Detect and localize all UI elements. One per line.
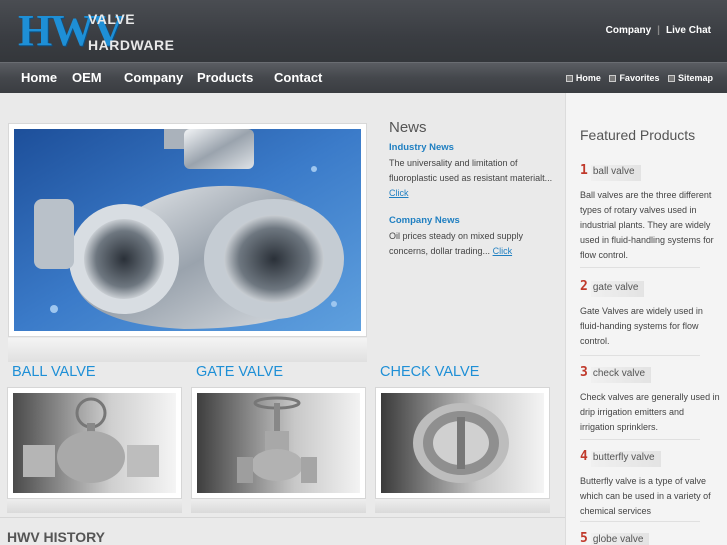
product-number: 3 [580, 365, 588, 380]
product-description: Gate Valves are widely used in fluid-han… [580, 306, 703, 346]
company-news-text: Oil prices steady on mixed supply concer… [389, 229, 559, 259]
ball-valve-thumbnail [13, 393, 176, 493]
logo-text-hardware: HARDWARE [88, 37, 175, 53]
main-nav: Home OEM Company Products Contact Home F… [0, 62, 727, 93]
product-description: Check valves are generally used in drip … [580, 392, 720, 432]
utility-favorites-label: Favorites [619, 73, 660, 83]
top-link-live-chat[interactable]: Live Chat [666, 25, 711, 36]
industry-news-title[interactable]: Industry News [389, 142, 559, 153]
utility-home-label: Home [575, 73, 601, 83]
product-description: Butterfly valve is a type of valve which… [580, 476, 711, 516]
featured-product[interactable]: 5 globe valve [580, 529, 720, 545]
news-panel: News Industry News The universality and … [389, 119, 559, 259]
nav-contact[interactable]: Contact [274, 70, 322, 85]
category-reflection [375, 499, 550, 513]
product-number: 2 [580, 279, 588, 294]
company-news-title[interactable]: Company News [389, 215, 559, 226]
news-title: News [389, 119, 427, 136]
industry-news-text: The universality and limitation of fluor… [389, 156, 559, 201]
category-reflection [7, 499, 182, 513]
main-content: News Industry News The universality and … [0, 93, 565, 545]
product-name[interactable]: ball valve [590, 165, 641, 181]
divider [580, 355, 700, 356]
industry-news-link[interactable]: Click [389, 188, 409, 198]
header-bar: HWV VALVE HARDWARE Company | Live Chat [0, 0, 727, 62]
product-name[interactable]: globe valve [590, 533, 650, 545]
product-number: 5 [580, 531, 588, 545]
divider [0, 517, 565, 518]
hero-reflection [8, 338, 367, 362]
industry-news-summary: The universality and limitation of fluor… [389, 158, 553, 183]
home-icon [565, 75, 573, 82]
utility-home[interactable]: Home [565, 73, 601, 83]
nav-products[interactable]: Products [197, 70, 253, 85]
category-card-gate[interactable] [191, 387, 366, 499]
featured-product[interactable]: 1 ball valve Ball valves are the three di… [580, 161, 720, 263]
gate-valve-thumbnail [197, 393, 360, 493]
divider [580, 267, 700, 268]
category-title-ball[interactable]: BALL VALVE [12, 364, 96, 380]
utility-links: Home Favorites Sitemap [560, 73, 713, 83]
category-card-check[interactable] [375, 387, 550, 499]
featured-title: Featured Products [580, 127, 696, 143]
featured-sidebar: Featured Products 1 ball valve Ball valve… [565, 93, 727, 545]
nav-oem[interactable]: OEM [72, 70, 102, 85]
category-title-check[interactable]: CHECK VALVE [380, 364, 479, 380]
product-description: Ball valves are the three different type… [580, 190, 714, 260]
top-link-company[interactable]: Company [606, 25, 652, 36]
category-title-gate[interactable]: GATE VALVE [196, 364, 283, 380]
check-valve-thumbnail [381, 393, 544, 493]
product-number: 1 [580, 163, 588, 178]
product-name[interactable]: gate valve [590, 281, 645, 297]
favorites-icon [609, 75, 617, 82]
featured-product[interactable]: 4 butterfly valve Butterfly valve is a ty… [580, 447, 720, 519]
product-name[interactable]: butterfly valve [590, 451, 661, 467]
category-reflection [191, 499, 366, 513]
divider: | [657, 25, 660, 36]
top-links: Company | Live Chat [606, 25, 711, 36]
history-title: HWV HISTORY [7, 529, 106, 545]
utility-sitemap[interactable]: Sitemap [667, 73, 713, 83]
utility-favorites[interactable]: Favorites [609, 73, 659, 83]
nav-home[interactable]: Home [21, 70, 57, 85]
logo-text-valve: VALVE [88, 11, 136, 27]
hero-image[interactable] [8, 123, 367, 337]
nav-company[interactable]: Company [124, 70, 183, 85]
featured-product[interactable]: 2 gate valve Gate Valves are widely used … [580, 277, 720, 349]
divider [580, 439, 700, 440]
utility-sitemap-label: Sitemap [677, 73, 713, 83]
sitemap-icon [667, 75, 675, 82]
logo[interactable]: HWV VALVE HARDWARE [18, 9, 174, 55]
featured-product[interactable]: 3 check valve Check valves are generally … [580, 363, 720, 435]
product-name[interactable]: check valve [590, 367, 652, 383]
product-number: 4 [580, 449, 588, 464]
divider [580, 521, 700, 522]
ball-valve-photo [14, 129, 361, 331]
category-card-ball[interactable] [7, 387, 182, 499]
company-news-link[interactable]: Click [493, 246, 513, 256]
